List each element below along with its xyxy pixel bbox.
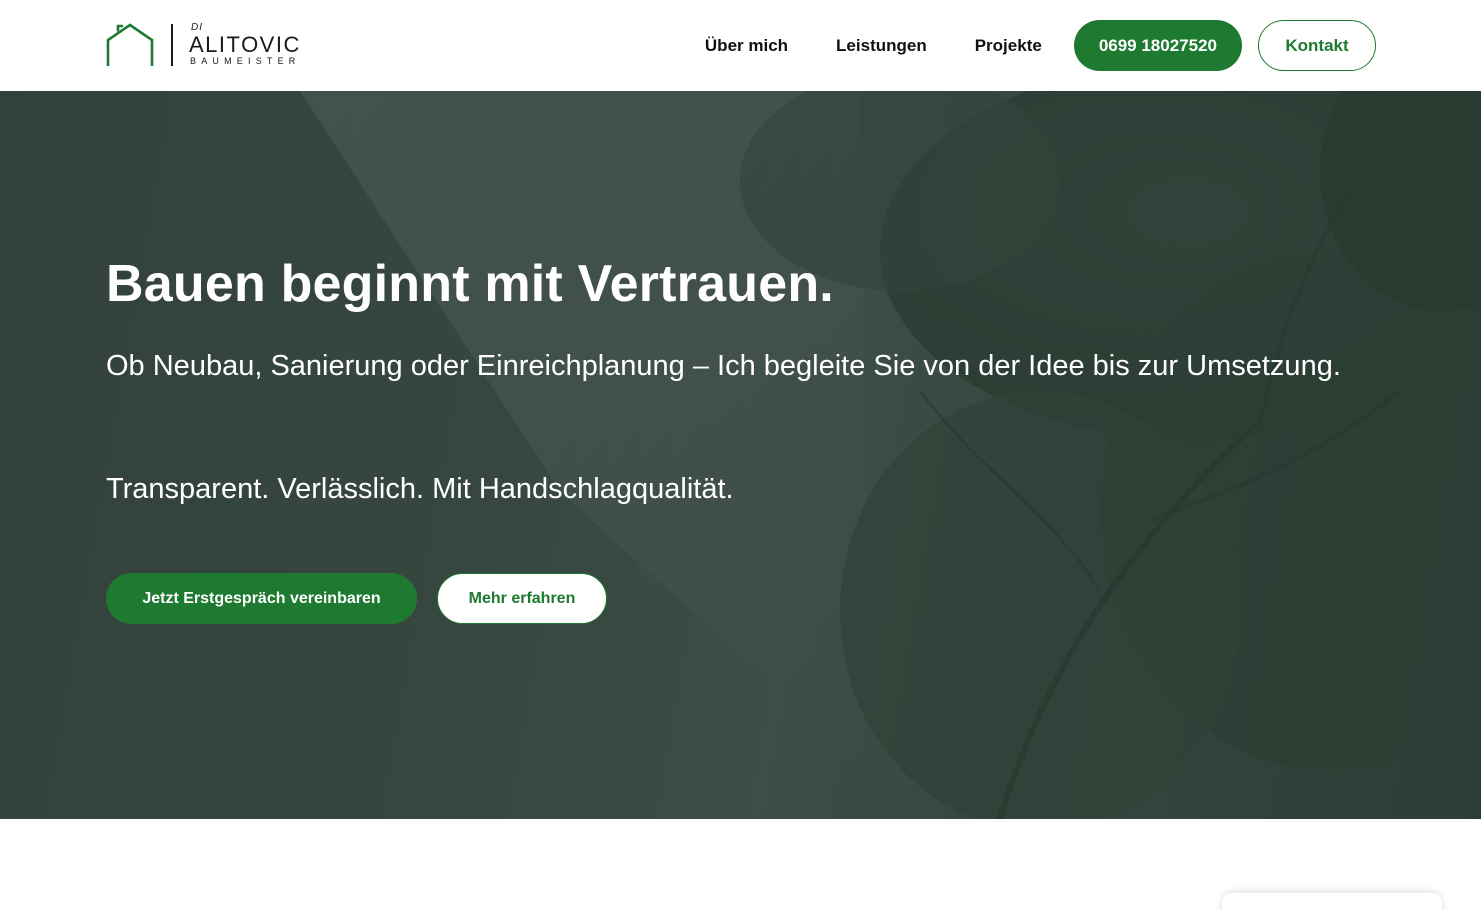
hero-section: Bauen beginnt mit Vertrauen. Ob Neubau, … [0, 91, 1481, 819]
hero-tagline: Transparent. Verlässlich. Mit Handschlag… [106, 473, 734, 505]
logo-name: ALITOVIC [189, 32, 301, 57]
logo-subtitle: BAUMEISTER [190, 56, 301, 66]
brand-logo[interactable]: DI ALITOVIC BAUMEISTER [105, 22, 309, 68]
nav-link-ueber-mich[interactable]: Über mich [705, 36, 788, 56]
hero-subtitle: Ob Neubau, Sanierung oder Einreichplanun… [106, 350, 1341, 382]
house-outline-icon [106, 23, 154, 66]
site-header: DI ALITOVIC BAUMEISTER Über mich Leistun… [0, 0, 1481, 91]
nav-link-projekte[interactable]: Projekte [975, 36, 1042, 56]
logo-divider [171, 24, 173, 66]
main-nav: Über mich Leistungen Projekte 0699 18027… [705, 20, 1376, 71]
book-consultation-button[interactable]: Jetzt Erstgespräch vereinbaren [106, 573, 417, 624]
learn-more-button[interactable]: Mehr erfahren [437, 573, 607, 624]
hero-background-image [0, 91, 1481, 819]
contact-button[interactable]: Kontakt [1258, 20, 1376, 71]
nav-link-leistungen[interactable]: Leistungen [836, 36, 927, 56]
hero-title: Bauen beginnt mit Vertrauen. [106, 255, 834, 313]
floating-card [1222, 893, 1442, 910]
phone-button[interactable]: 0699 18027520 [1073, 20, 1242, 71]
logo-wordmark: DI ALITOVIC BAUMEISTER [189, 22, 309, 68]
